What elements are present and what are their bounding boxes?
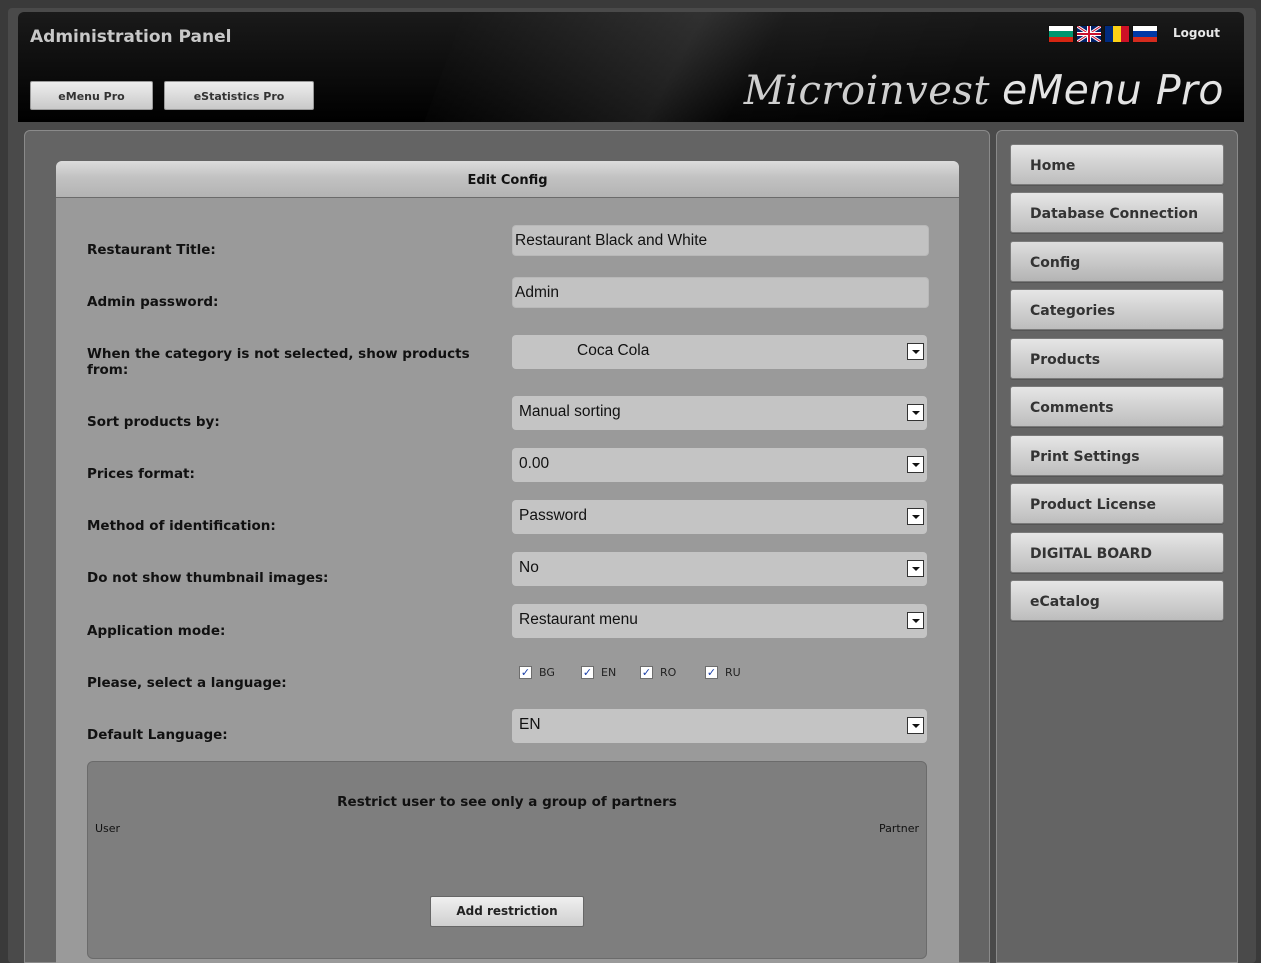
app-mode-value: Restaurant menu (519, 611, 638, 628)
sort-products-value: Manual sorting (519, 403, 621, 420)
sidebar-item-home[interactable]: Home (1010, 144, 1224, 185)
language-label: Please, select a language: (87, 675, 287, 691)
checkbox-ro[interactable]: ✓ (640, 666, 653, 679)
brand-left: Microinvest (743, 68, 990, 114)
default-category-label: When the category is not selected, show … (87, 346, 470, 378)
estatistics-pro-button[interactable]: eStatistics Pro (164, 81, 314, 110)
app-mode-label: Application mode: (87, 623, 226, 639)
default-language-value: EN (519, 716, 541, 733)
admin-password-input[interactable]: Admin (512, 277, 929, 308)
admin-panel-title: Administration Panel (30, 27, 232, 47)
language-option-bg[interactable]: ✓ BG (519, 666, 555, 679)
chevron-down-icon[interactable] (907, 404, 924, 421)
identification-value: Password (519, 507, 588, 524)
sidebar-item-config[interactable]: Config (1010, 241, 1224, 282)
sidebar-item-digital-board[interactable]: DIGITAL BOARD (1010, 532, 1224, 573)
checkbox-bg[interactable]: ✓ (519, 666, 532, 679)
romania-flag-icon[interactable] (1104, 25, 1130, 43)
restaurant-title-label: Restaurant Title: (87, 242, 216, 258)
language-code-ro: RO (660, 666, 677, 679)
chevron-down-icon[interactable] (907, 717, 924, 734)
sidebar-item-comments[interactable]: Comments (1010, 386, 1224, 427)
checkbox-ru[interactable]: ✓ (705, 666, 718, 679)
uk-flag-icon[interactable] (1076, 25, 1102, 43)
panel-header: Edit Config (56, 161, 959, 198)
checkbox-en[interactable]: ✓ (581, 666, 594, 679)
russia-flag-icon[interactable] (1132, 25, 1158, 43)
prices-format-label: Prices format: (87, 466, 195, 482)
restaurant-title-input[interactable]: Restaurant Black and White (512, 225, 929, 256)
language-code-bg: BG (539, 666, 555, 679)
thumbnails-select[interactable]: No (512, 552, 927, 586)
header: Administration Panel eMenu Pro eStatisti… (18, 12, 1244, 122)
sidebar-item-print-settings[interactable]: Print Settings (1010, 435, 1224, 476)
chevron-down-icon[interactable] (907, 560, 924, 577)
chevron-down-icon[interactable] (907, 343, 924, 360)
sidebar-item-products[interactable]: Products (1010, 338, 1224, 379)
language-code-ru: RU (725, 666, 741, 679)
sidebar-item-ecatalog[interactable]: eCatalog (1010, 580, 1224, 621)
logout-link[interactable]: Logout (1173, 26, 1220, 40)
thumbnails-label: Do not show thumbnail images: (87, 570, 329, 586)
chevron-down-icon[interactable] (907, 456, 924, 473)
panel-title: Edit Config (467, 173, 548, 188)
identification-label: Method of identification: (87, 518, 276, 534)
thumbnails-value: No (519, 559, 539, 576)
language-option-en[interactable]: ✓ EN (581, 666, 616, 679)
prices-format-select[interactable]: 0.00 (512, 448, 927, 482)
emenu-pro-button[interactable]: eMenu Pro (30, 81, 153, 110)
prices-format-value: 0.00 (519, 455, 550, 472)
language-option-ro[interactable]: ✓ RO (640, 666, 676, 679)
restriction-box: Restrict user to see only a group of par… (87, 761, 927, 959)
chevron-down-icon[interactable] (907, 612, 924, 629)
brand-logo: Microinvest eMenu Pro (744, 66, 1224, 114)
user-column-header: User (95, 822, 121, 835)
sidebar-item-product-license[interactable]: Product License (1010, 483, 1224, 524)
add-restriction-button[interactable]: Add restriction (430, 896, 584, 927)
admin-password-label: Admin password: (87, 294, 219, 310)
partner-column-header: Partner (879, 822, 919, 835)
sort-products-select[interactable]: Manual sorting (512, 396, 927, 430)
language-option-ru[interactable]: ✓ RU (705, 666, 741, 679)
default-language-label: Default Language: (87, 727, 228, 743)
language-code-en: EN (601, 666, 617, 679)
default-language-select[interactable]: EN (512, 709, 927, 743)
identification-select[interactable]: Password (512, 500, 927, 534)
bulgaria-flag-icon[interactable] (1048, 25, 1074, 43)
sidebar-item-database-connection[interactable]: Database Connection (1010, 192, 1224, 233)
sort-products-label: Sort products by: (87, 414, 220, 430)
app-mode-select[interactable]: Restaurant menu (512, 604, 927, 638)
language-flags (1048, 25, 1158, 43)
restriction-title: Restrict user to see only a group of par… (337, 794, 677, 810)
sidebar-item-categories[interactable]: Categories (1010, 289, 1224, 330)
chevron-down-icon[interactable] (907, 508, 924, 525)
default-category-select[interactable]: Coca Cola (512, 335, 927, 369)
brand-right: eMenu Pro (1002, 66, 1224, 114)
default-category-value: Coca Cola (577, 342, 650, 359)
